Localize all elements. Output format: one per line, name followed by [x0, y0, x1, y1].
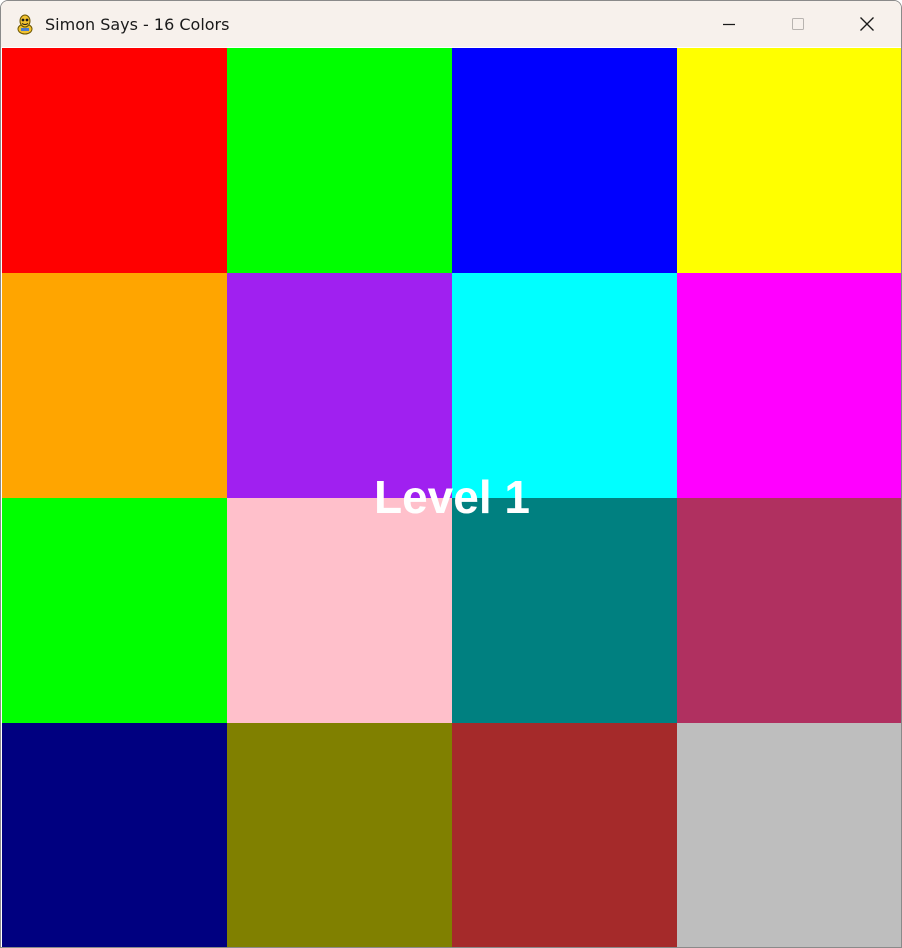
color-tile-magenta[interactable] — [677, 273, 901, 498]
color-tile-olive[interactable] — [227, 723, 452, 947]
color-tile-silver[interactable] — [677, 723, 901, 947]
color-tile-red[interactable] — [2, 48, 227, 273]
color-tile-blue[interactable] — [452, 48, 677, 273]
window-controls — [694, 1, 901, 47]
close-button[interactable] — [832, 1, 901, 47]
color-board — [2, 48, 901, 947]
close-icon — [859, 17, 874, 31]
color-tile-yellow[interactable] — [677, 48, 901, 273]
color-tile-teal[interactable] — [452, 498, 677, 723]
color-tile-green[interactable] — [227, 48, 452, 273]
color-tile-cyan[interactable] — [452, 273, 677, 498]
color-tile-maroon[interactable] — [677, 498, 901, 723]
color-tile-brown[interactable] — [452, 723, 677, 947]
pygame-snake-icon — [14, 13, 36, 35]
color-tile-lime[interactable] — [2, 498, 227, 723]
title-bar[interactable]: Simon Says - 16 Colors — [1, 1, 901, 47]
color-tile-navy[interactable] — [2, 723, 227, 947]
color-tile-purple[interactable] — [227, 273, 452, 498]
window-title: Simon Says - 16 Colors — [45, 14, 230, 34]
color-tile-pink[interactable] — [227, 498, 452, 723]
color-tile-orange[interactable] — [2, 273, 227, 498]
maximize-icon — [791, 18, 804, 30]
maximize-button[interactable] — [763, 1, 832, 47]
game-window: Simon Says - 16 Colors Level 1 — [0, 0, 902, 948]
minimize-button[interactable] — [694, 1, 763, 47]
minimize-icon — [722, 23, 735, 26]
